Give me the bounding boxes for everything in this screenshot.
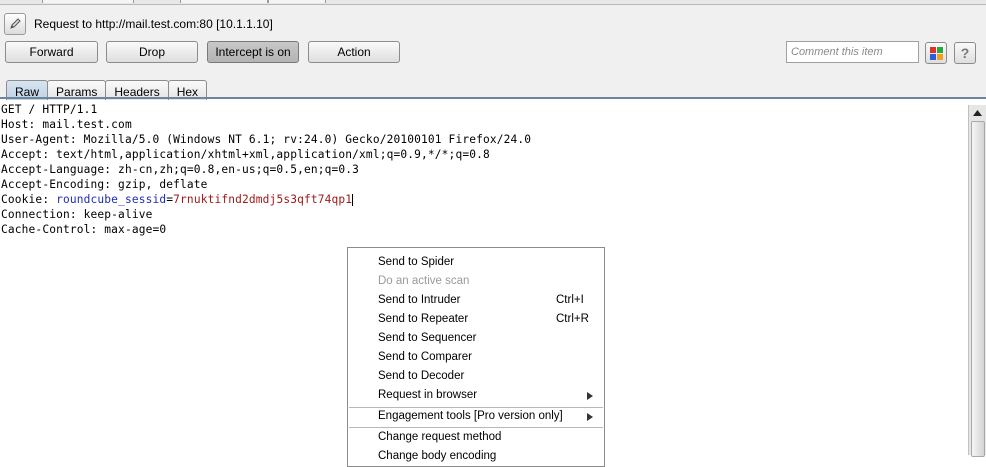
request-target-label: Request to http://mail.test.com:80 [10.1…: [34, 17, 273, 31]
connection-header: Connection: keep-alive: [1, 208, 153, 221]
menu-item-send-to-spider[interactable]: Send to Spider: [348, 253, 604, 272]
cookie-value: 7rnuktifnd2dmdj5s3qft74qp1: [173, 193, 353, 206]
green-swatch: [937, 47, 943, 53]
cache-control-header: Cache-Control: max-age=0: [1, 223, 167, 236]
outer-tab-remnant[interactable]: [42, 0, 134, 3]
submenu-arrow-icon: [587, 392, 593, 400]
accept-encoding-header: Accept-Encoding: gzip, deflate: [1, 178, 208, 191]
menu-item-engagement-tools[interactable]: Engagement tools [Pro version only]: [348, 407, 604, 426]
intercept-panel: Request to http://mail.test.com:80 [10.1…: [0, 5, 986, 103]
menu-item-send-to-comparer[interactable]: Send to Comparer: [348, 348, 604, 367]
cookie-name: roundcube_sessid: [56, 193, 167, 206]
host-header: Host: mail.test.com: [1, 118, 132, 131]
cookie-label: Cookie:: [1, 193, 57, 206]
blue-swatch: [930, 54, 936, 60]
highlight-color-icon[interactable]: [925, 42, 947, 64]
orange-swatch: [937, 54, 943, 60]
context-menu: Send to Spider Do an active scan Send to…: [347, 247, 605, 467]
shortcut-label: Ctrl+R: [556, 313, 589, 325]
accept-language-header: Accept-Language: zh-cn,zh;q=0.8,en-us;q=…: [1, 163, 360, 176]
shortcut-label: Ctrl+I: [556, 294, 584, 306]
menu-item-send-to-sequencer[interactable]: Send to Sequencer: [348, 329, 604, 348]
user-agent-header: User-Agent: Mozilla/5.0 (Windows NT 6.1;…: [1, 133, 532, 146]
submenu-arrow-icon: [587, 413, 593, 421]
forward-button[interactable]: Forward: [5, 41, 98, 63]
menu-item-send-to-decoder[interactable]: Send to Decoder: [348, 367, 604, 386]
menu-item-request-in-browser[interactable]: Request in browser: [348, 386, 604, 405]
menu-item-send-to-intruder[interactable]: Send to Intruder Ctrl+I: [348, 291, 604, 310]
vertical-scrollbar[interactable]: [968, 105, 986, 457]
accept-header: Accept: text/html,application/xhtml+xml,…: [1, 148, 490, 161]
menu-item-change-body-encoding[interactable]: Change body encoding: [348, 447, 604, 466]
comment-field[interactable]: Comment this item: [786, 41, 919, 63]
help-icon[interactable]: ?: [954, 42, 976, 64]
tab-underline: [0, 97, 986, 99]
scrollbar-thumb[interactable]: [971, 121, 985, 457]
request-line: GET / HTTP/1.1: [1, 103, 98, 116]
text-cursor: [352, 194, 354, 206]
pencil-icon[interactable]: [4, 13, 26, 35]
menu-item-send-to-repeater[interactable]: Send to Repeater Ctrl+R: [348, 310, 604, 329]
menu-item-change-request-method[interactable]: Change request method: [348, 428, 604, 447]
outer-tab-remnant[interactable]: [180, 0, 268, 3]
request-info: Request to http://mail.test.com:80 [10.1…: [4, 13, 273, 35]
action-button[interactable]: Action: [308, 41, 400, 63]
outer-tab-remnant[interactable]: [268, 0, 326, 3]
intercept-toggle-button[interactable]: Intercept is on: [207, 41, 299, 63]
red-swatch: [930, 47, 936, 53]
cookie-header: Cookie: roundcube_sessid=7rnuktifnd2dmdj…: [1, 192, 354, 207]
drop-button[interactable]: Drop: [106, 41, 198, 63]
menu-item-active-scan: Do an active scan: [378, 275, 470, 287]
scroll-up-arrow-icon[interactable]: [970, 106, 985, 120]
